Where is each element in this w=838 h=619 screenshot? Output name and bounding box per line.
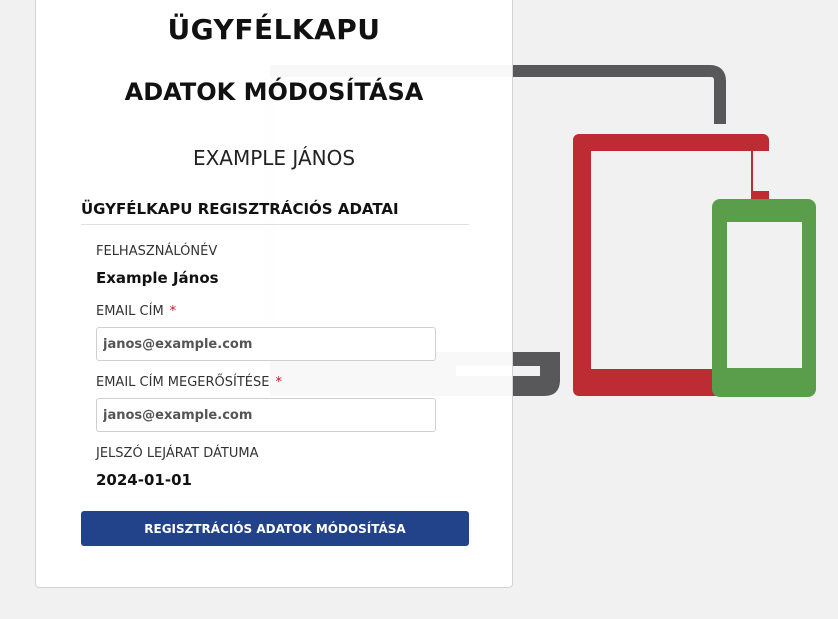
username-label: FELHASZNÁLÓNÉV (96, 244, 218, 259)
username-value: Example János (96, 269, 219, 287)
email-confirm-label-text: EMAIL CÍM MEGERŐSÍTÉSE (96, 375, 270, 390)
email-label: EMAIL CÍM * (96, 304, 176, 319)
email-field[interactable] (96, 327, 436, 361)
registration-card: ÜGYFÉLKAPU ADATOK MÓDOSÍTÁSA EXAMPLE JÁN… (35, 0, 513, 588)
page-title: ADATOK MÓDOSÍTÁSA (124, 78, 424, 106)
section-divider (81, 224, 469, 225)
email-confirm-field[interactable] (96, 398, 436, 432)
modify-registration-button[interactable]: REGISZTRÁCIÓS ADATOK MÓDOSÍTÁSA (81, 511, 469, 546)
password-expiry-value: 2024-01-01 (96, 471, 192, 489)
email-label-text: EMAIL CÍM (96, 304, 164, 319)
required-marker: * (169, 304, 177, 319)
section-title: ÜGYFÉLKAPU REGISZTRÁCIÓS ADATAI (81, 200, 399, 218)
email-confirm-label: EMAIL CÍM MEGERŐSÍTÉSE * (96, 375, 282, 390)
phone-icon (712, 199, 816, 397)
required-marker: * (275, 375, 282, 390)
user-name-heading: EXAMPLE JÁNOS (192, 146, 356, 170)
app-title: ÜGYFÉLKAPU (167, 13, 381, 46)
password-expiry-label: JELSZÓ LEJÁRAT DÁTUMA (96, 446, 259, 461)
